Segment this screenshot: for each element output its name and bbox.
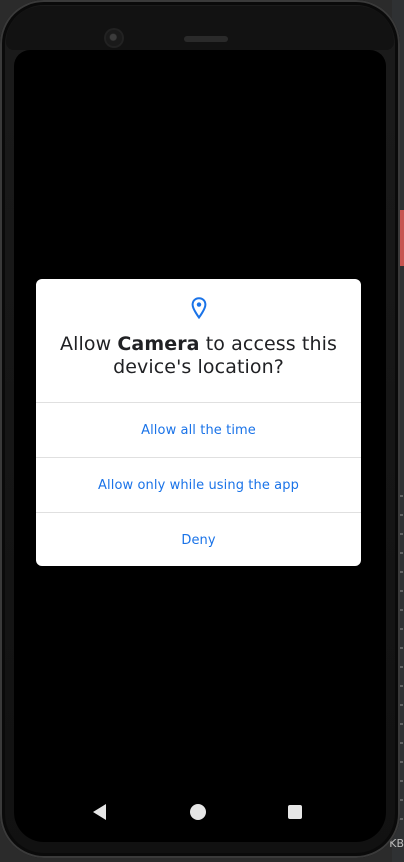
phone-frame: Allow Camera to access this device's loc…	[0, 0, 400, 858]
emulator-stage: KB Allow Camera to access this device's …	[0, 0, 404, 862]
title-prefix: Allow	[60, 333, 118, 355]
dialog-header: Allow Camera to access this device's loc…	[36, 279, 361, 402]
allow-while-using-app-button[interactable]: Allow only while using the app	[36, 458, 361, 512]
location-pin-icon	[191, 297, 207, 319]
earpiece-speaker	[184, 36, 228, 42]
front-camera-icon	[106, 30, 122, 46]
home-icon[interactable]	[190, 804, 206, 820]
top-bezel	[6, 6, 394, 50]
recents-icon[interactable]	[288, 805, 302, 819]
dialog-title: Allow Camera to access this device's loc…	[50, 333, 347, 379]
deny-button[interactable]: Deny	[36, 513, 361, 566]
allow-all-the-time-button[interactable]: Allow all the time	[36, 403, 361, 457]
device-screen: Allow Camera to access this device's loc…	[14, 50, 386, 842]
side-strip-accent	[400, 210, 404, 266]
permission-dialog: Allow Camera to access this device's loc…	[36, 279, 361, 566]
app-name: Camera	[117, 333, 200, 355]
back-icon[interactable]	[93, 804, 106, 820]
navigation-bar	[14, 792, 386, 832]
